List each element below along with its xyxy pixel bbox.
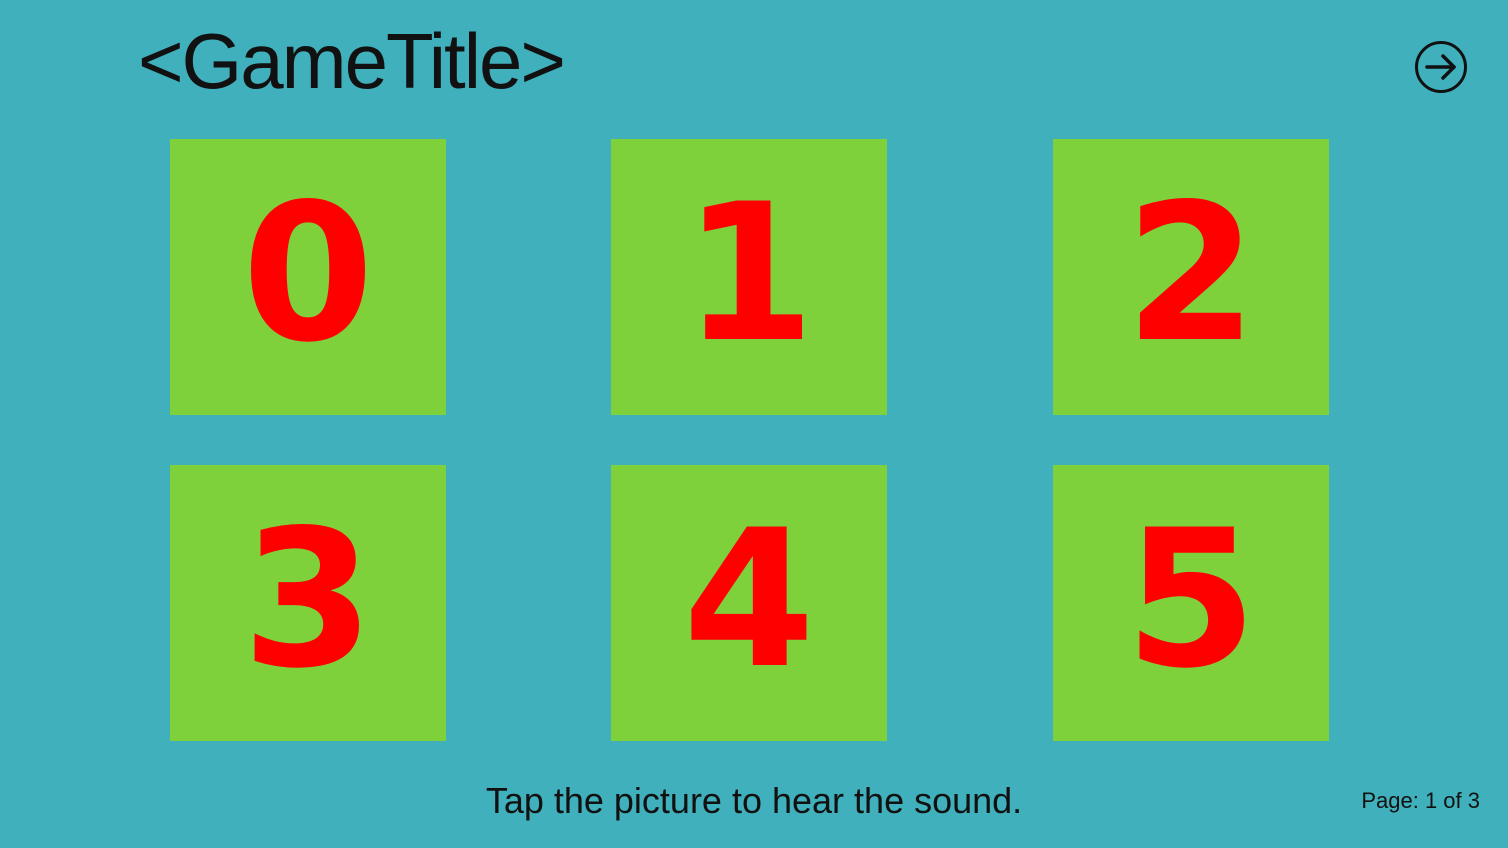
tile-digit: 0	[242, 163, 374, 384]
game-title: <GameTitle>	[138, 17, 566, 105]
instruction-text: Tap the picture to hear the sound.	[485, 780, 1023, 821]
number-tile-0[interactable]: 0	[170, 139, 446, 415]
number-tile-4[interactable]: 4	[611, 465, 887, 741]
tile-digit: 2	[1125, 163, 1257, 384]
number-tile-5[interactable]: 5	[1053, 465, 1329, 741]
number-tile-2[interactable]: 2	[1053, 139, 1329, 415]
tile-digit: 1	[683, 163, 815, 384]
tile-digit: 5	[1125, 489, 1257, 710]
arrow-right-circle-icon	[1415, 41, 1467, 93]
next-page-button[interactable]	[1414, 40, 1468, 94]
number-tile-1[interactable]: 1	[611, 139, 887, 415]
number-tile-3[interactable]: 3	[170, 465, 446, 741]
tile-digit: 4	[683, 489, 815, 710]
tile-digit: 3	[242, 489, 374, 710]
page-indicator: Page: 1 of 3	[1361, 788, 1480, 813]
